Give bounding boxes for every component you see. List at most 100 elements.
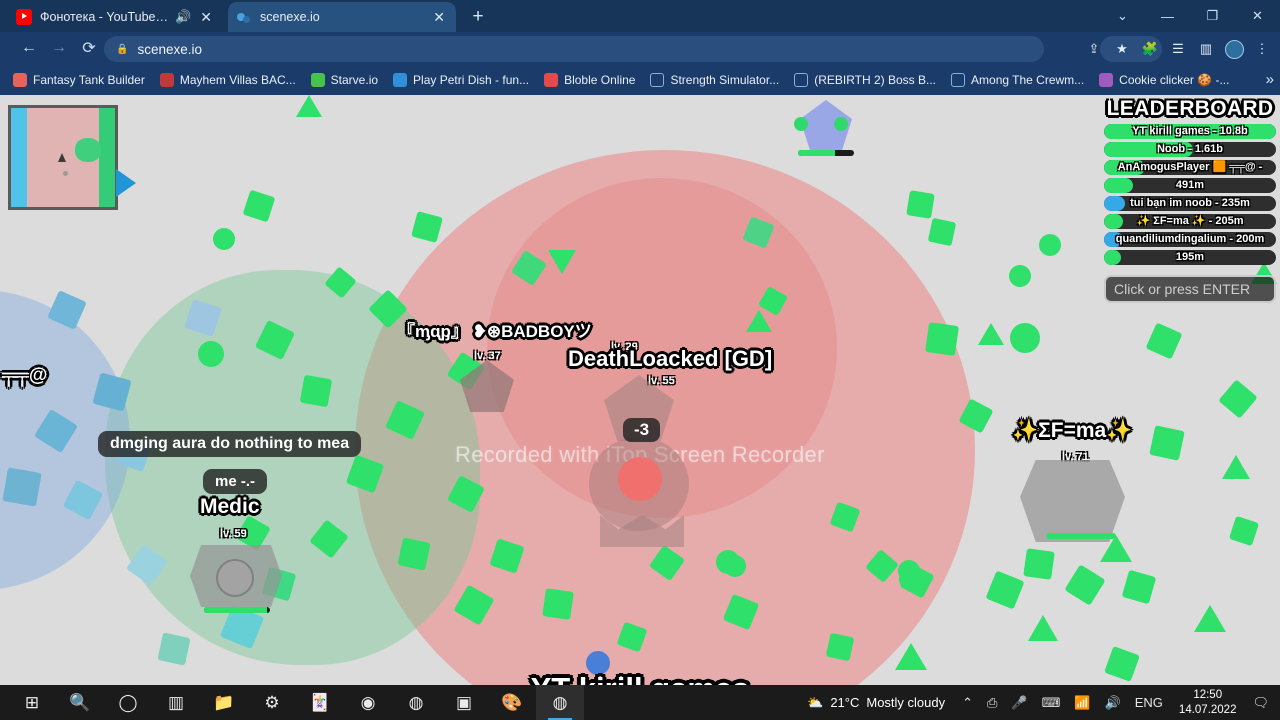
polygon-shape xyxy=(296,95,322,117)
bookmark-item[interactable]: Strength Simulator... xyxy=(643,69,786,91)
chat-bubble-medic-1: dmging aura do nothing to mea xyxy=(98,431,362,457)
chrome-active[interactable]: ◍ xyxy=(536,685,584,720)
search-button[interactable]: 🔍 xyxy=(56,685,104,720)
polygon-shape xyxy=(1145,322,1183,360)
chat-input-button[interactable]: Click or press ENTER xyxy=(1104,275,1276,303)
tab-youtube-studio[interactable]: Фонотека - YouTube Studio 🔊 ✕ xyxy=(8,2,223,32)
profile-avatar-icon[interactable] xyxy=(1220,36,1248,62)
bookmark-item[interactable]: Bloble Online xyxy=(537,69,642,91)
microphone-icon[interactable]: 🎤 xyxy=(1004,685,1034,720)
polygon-shape xyxy=(724,555,746,577)
minimap-direction-arrow xyxy=(116,169,136,197)
bookmark-item[interactable]: Fantasy Tank Builder xyxy=(6,69,152,91)
chat-input-placeholder: Click or press ENTER xyxy=(1114,281,1251,297)
solitaire[interactable]: 🃏 xyxy=(296,685,344,720)
bookmarks-bar: Fantasy Tank Builder Mayhem Villas BAC...… xyxy=(0,64,1280,95)
paint[interactable]: 🎨 xyxy=(488,685,536,720)
polygon-shape xyxy=(397,537,431,571)
tab-title: Фонотека - YouTube Studio xyxy=(40,10,169,24)
leaderboard-rows: YT kirill games - 10.8b Noob - 1.61b AnAmo… xyxy=(1104,124,1276,265)
back-icon[interactable]: ← xyxy=(14,34,44,62)
polygon-shape xyxy=(1010,323,1040,353)
tab-strip: Фонотека - YouTube Studio 🔊 ✕ scenexe.io… xyxy=(0,0,1280,32)
polygon-shape xyxy=(1023,548,1055,580)
leaderboard-row-label: 195m xyxy=(1175,251,1205,263)
bookmark-item[interactable]: (REBIRTH 2) Boss B... xyxy=(787,69,943,91)
bookmark-item[interactable]: Play Petri Dish - fun... xyxy=(386,69,536,91)
weather-temp: 21°C xyxy=(830,695,860,710)
keyboard-icon[interactable]: ⌨ xyxy=(1035,685,1068,720)
dropdown-icon[interactable]: ⌄ xyxy=(1100,0,1145,32)
hud-player-name: YT kirill games xyxy=(0,671,1280,685)
camera-icon[interactable]: ⎙ xyxy=(980,685,1004,720)
polygon-shape xyxy=(895,643,927,670)
notification-icon[interactable]: 🗨 xyxy=(1245,685,1276,720)
system-tray: ⛅ 21°C Mostly cloudy ⌃ ⎙ 🎤 ⌨ 📶 🔊 ENG 12:… xyxy=(797,685,1280,720)
close-tab-icon[interactable]: ✕ xyxy=(430,8,448,26)
new-tab-button[interactable]: + xyxy=(466,5,490,29)
leaderboard-row-label: 491m xyxy=(1175,179,1205,191)
bookmarks-overflow-icon[interactable]: » xyxy=(1266,71,1274,88)
leaderboard-title: LEADERBOARD xyxy=(1106,97,1274,120)
polygon-shape xyxy=(1039,234,1061,256)
reading-list-icon[interactable]: ☰ xyxy=(1164,36,1192,62)
leaderboard-row: Noob - 1.61b xyxy=(1104,142,1276,157)
google-chrome[interactable]: ◍ xyxy=(392,685,440,720)
polygon-shape xyxy=(198,341,224,367)
address-bar[interactable]: 🔒 scenexe.io xyxy=(104,36,1044,62)
tab-scenexe[interactable]: scenexe.io ✕ xyxy=(228,2,456,32)
reload-icon[interactable]: ⟳ xyxy=(74,34,104,62)
nameplate-medic: Medic xyxy=(200,495,260,518)
forward-icon[interactable]: → xyxy=(44,34,74,62)
chrome-menu-icon[interactable]: ⋮ xyxy=(1248,36,1276,62)
minimap-green-team-zone xyxy=(99,108,115,207)
nameplate-sigma-f-ma: ✨ΣF=ma✨ xyxy=(1012,419,1133,442)
tank-medic-body xyxy=(216,559,254,597)
taskbar: ⊞ 🔍 ◯ ▥ 📁 ⚙ 🃏 ◉ ◍ ▣ 🎨 ◍ ⛅ 21°C Mostly cloudy ⌃ ⎙ 🎤 … xyxy=(0,685,1280,720)
wifi-icon[interactable]: 📶 xyxy=(1067,685,1097,720)
language-indicator[interactable]: ENG xyxy=(1128,685,1170,720)
bookmark-item[interactable]: Starve.io xyxy=(304,69,385,91)
start-button[interactable]: ⊞ xyxy=(8,685,56,720)
nameplate-left-player: ╤╤@ xyxy=(2,365,48,386)
bookmark-label: Cookie clicker 🍪 -... xyxy=(1119,72,1230,87)
cortana-button[interactable]: ◯ xyxy=(104,685,152,720)
polygon-shape xyxy=(2,467,42,507)
extensions-puzzle-icon[interactable]: 🧩 xyxy=(1136,36,1164,62)
minimap[interactable] xyxy=(8,105,118,210)
chevron-up-icon[interactable]: ⌃ xyxy=(955,685,980,720)
tab-title: scenexe.io xyxy=(260,10,320,24)
polygon-shape xyxy=(825,632,855,662)
microsoft-edge[interactable]: ◉ xyxy=(344,685,392,720)
bookmark-favicon xyxy=(794,72,809,87)
polygon-shape xyxy=(1194,605,1226,632)
share-icon[interactable]: ⇪ xyxy=(1080,36,1108,62)
close-window-icon[interactable]: ✕ xyxy=(1235,0,1280,32)
bookmark-star-icon[interactable]: ★ xyxy=(1108,36,1136,62)
polygon-shape xyxy=(906,190,935,219)
settings[interactable]: ⚙ xyxy=(248,685,296,720)
polygon-shape xyxy=(1009,265,1031,287)
leaderboard-row: AnAmogusPlayer 🟧 ╤╤@ - 551m xyxy=(1104,160,1276,175)
volume-icon[interactable]: 🔊 xyxy=(1098,685,1128,720)
clock[interactable]: 12:50 14.07.2022 xyxy=(1170,688,1246,717)
bookmark-label: Among The Crewm... xyxy=(971,72,1085,87)
youtube-icon xyxy=(16,9,32,25)
leaderboard-row-label: tui bạn im noob - 235m xyxy=(1130,197,1250,209)
nameplate-badboy: 『ᶆᶐᶈ』 ❥⊛BADBOYツ xyxy=(398,322,592,341)
minimize-icon[interactable]: — xyxy=(1145,0,1190,32)
weather-widget[interactable]: ⛅ 21°C Mostly cloudy xyxy=(797,695,955,711)
close-tab-icon[interactable]: ✕ xyxy=(197,8,215,26)
task-view-button[interactable]: ▥ xyxy=(152,685,200,720)
bookmark-item[interactable]: Mayhem Villas BAC... xyxy=(153,69,303,91)
itop-screen-recorder[interactable]: ▣ xyxy=(440,685,488,720)
enemy-health-bar xyxy=(798,150,854,156)
file-explorer[interactable]: 📁 xyxy=(200,685,248,720)
bookmark-item[interactable]: Cookie clicker 🍪 -... xyxy=(1092,69,1236,91)
side-panel-icon[interactable]: ▥ xyxy=(1192,36,1220,62)
bookmark-item[interactable]: Among The Crewm... xyxy=(944,69,1091,91)
game-canvas[interactable]: Recorded with iTop Screen Recorder Актив… xyxy=(0,95,1280,685)
speaker-icon[interactable]: 🔊 xyxy=(175,9,191,25)
partly-cloudy-icon: ⛅ xyxy=(807,694,824,710)
maximize-icon[interactable]: ❐ xyxy=(1190,0,1235,32)
